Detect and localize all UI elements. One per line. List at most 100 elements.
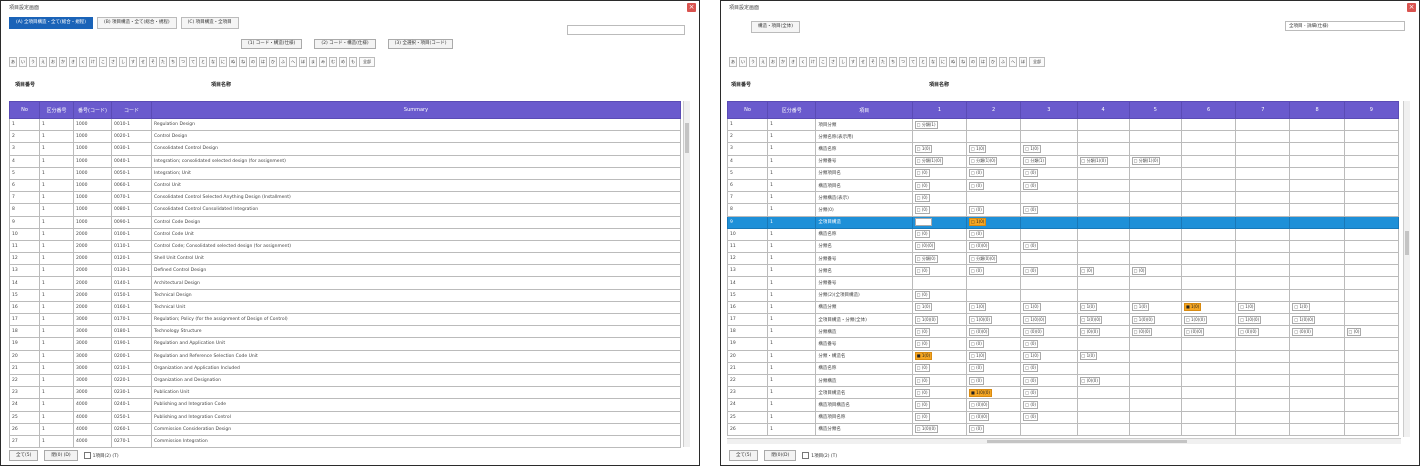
grid-cell[interactable]: □ (0)	[1020, 239, 1078, 254]
grid-cell[interactable]	[1020, 422, 1078, 436]
left-letter-18[interactable]: て	[189, 57, 197, 67]
grid-cell[interactable]	[1235, 337, 1291, 351]
right-letter-8[interactable]: け	[809, 57, 817, 67]
cell-option-chip[interactable]: □ (0)(0)	[969, 242, 990, 251]
grid-cell[interactable]: □ 1(0)	[911, 142, 968, 156]
left-letter-24[interactable]: の	[249, 57, 257, 67]
cell-option-chip[interactable]: □ 1(0)(0)	[1238, 315, 1262, 324]
table-row[interactable]: 7 1 1000 0070-1 Consolidated Control Selecte…	[9, 191, 681, 205]
left-letter-22[interactable]: ぬ	[229, 57, 237, 67]
grid-cell[interactable]	[1128, 178, 1182, 193]
checkbox-icon[interactable]	[83, 452, 91, 459]
right-letter-15[interactable]: た	[879, 57, 887, 67]
table-row[interactable]: 17 1 全項目構造・分類(全体) □ 1(0)(0) □ 1(0)(0) □ 1(0)(…	[726, 312, 1400, 327]
left-option-checkbox[interactable]: 1項目(2) (T)	[83, 452, 119, 459]
grid-cell[interactable]	[1235, 154, 1291, 168]
grid-cell[interactable]: □ (0)	[911, 325, 968, 339]
grid-cell[interactable]: □ (0)(0)	[1235, 325, 1291, 339]
left-letter-30[interactable]: ま	[309, 57, 317, 67]
close-icon[interactable]: ×	[1407, 3, 1416, 12]
left-letter-13[interactable]: せ	[139, 57, 147, 67]
cell-option-chip[interactable]: □ (0)	[1346, 327, 1362, 336]
grid-cell[interactable]	[1343, 398, 1400, 412]
table-row[interactable]: 17 1 3000 0170-1 Regulation; Policy (for the…	[9, 312, 681, 327]
grid-cell[interactable]: □ 分類(1)	[911, 117, 968, 132]
close-icon[interactable]: ×	[687, 3, 696, 12]
grid-cell[interactable]	[1128, 191, 1182, 205]
table-row[interactable]: 4 1 分類番号 □ 分類(1)(0) □ 分類(1)(0) □ 分類(1) □ 分類(1)…	[726, 154, 1400, 168]
grid-cell[interactable]: □ (0)	[966, 422, 1022, 436]
table-row[interactable]: 22 1 3000 0220-1 Organization and Designatio…	[9, 373, 681, 388]
grid-cell[interactable]	[1235, 142, 1291, 156]
left-letter-31[interactable]: み	[319, 57, 327, 67]
cell-option-chip[interactable]: □ 分類(0)	[914, 254, 938, 263]
cell-option-chip[interactable]: □ (0)	[914, 413, 930, 422]
left-letter-29[interactable]: ほ	[299, 57, 307, 67]
grid-cell[interactable]: □ (0)	[1020, 386, 1078, 400]
cell-option-chip[interactable]: □ (0)	[914, 230, 930, 239]
cell-option-chip[interactable]: □ 分類(1)(0)	[969, 157, 998, 166]
grid-cell[interactable]: □ (0)	[911, 386, 968, 400]
grid-cell[interactable]	[1076, 410, 1130, 424]
grid-cell[interactable]: □ 1(0)(0)	[966, 312, 1022, 327]
right-hscroll-thumb[interactable]	[987, 440, 1187, 443]
grid-cell[interactable]	[1235, 349, 1291, 363]
grid-cell[interactable]	[1180, 215, 1237, 229]
grid-cell[interactable]: □ (0)	[911, 264, 968, 278]
grid-cell[interactable]	[1235, 276, 1291, 290]
grid-cell[interactable]	[1289, 422, 1345, 436]
grid-cell[interactable]	[1128, 361, 1182, 375]
grid-cell[interactable]	[1289, 239, 1345, 254]
grid-cell[interactable]	[1180, 203, 1237, 217]
grid-cell[interactable]: □ (0)	[966, 166, 1022, 180]
grid-cell[interactable]	[1128, 142, 1182, 156]
table-row[interactable]: 3 1 1000 0030-1 Consolidated Control Design	[9, 142, 681, 156]
cell-option-chip[interactable]: □ (0)(0)	[1292, 327, 1313, 336]
cell-option-chip[interactable]: □ 1(0)	[969, 144, 987, 153]
grid-cell[interactable]	[1180, 422, 1237, 436]
right-column-header[interactable]: 2	[966, 101, 1022, 119]
grid-cell[interactable]	[1076, 215, 1130, 229]
left-tab-1[interactable]: (B) 項目構造・全て(総合・規程)	[97, 17, 177, 29]
grid-cell[interactable]	[1128, 276, 1182, 290]
grid-cell[interactable]: □ 分類(1)(0)	[1128, 154, 1182, 168]
table-row[interactable]: 2 1 1000 0020-1 Control Design	[9, 130, 681, 144]
table-row[interactable]: 26 1 4000 0260-1 Commission Consideration De…	[9, 422, 681, 436]
left-ok-button[interactable]: 全て(5)	[9, 450, 39, 461]
grid-cell[interactable]: □ 1(0)	[1289, 300, 1345, 315]
grid-cell[interactable]	[1289, 154, 1345, 168]
grid-cell[interactable]	[1343, 166, 1400, 180]
left-letter-4[interactable]: お	[49, 57, 57, 67]
grid-cell[interactable]: □ (0)	[1020, 398, 1078, 412]
grid-cell[interactable]: □ (0)	[1076, 264, 1130, 278]
left-scroll-thumb[interactable]	[685, 123, 689, 153]
cell-option-chip[interactable]: □ 1(0)	[969, 352, 987, 361]
grid-cell[interactable]	[966, 191, 1022, 205]
left-letter-7[interactable]: く	[79, 57, 87, 67]
grid-cell[interactable]	[1289, 142, 1345, 156]
grid-cell[interactable]	[1343, 239, 1400, 254]
left-letter-33[interactable]: め	[339, 57, 347, 67]
grid-cell[interactable]: □ 1(0)	[966, 300, 1022, 315]
grid-cell[interactable]: □ (0)(0)	[1180, 325, 1237, 339]
left-vertical-scrollbar[interactable]	[683, 101, 690, 447]
grid-cell[interactable]	[1235, 398, 1291, 412]
table-row[interactable]: 16 1 2000 0160-1 Technical Unit	[9, 300, 681, 315]
cell-option-chip[interactable]: □ (0)	[914, 364, 930, 373]
grid-cell[interactable]: □ 1(0)(0)	[1076, 312, 1130, 327]
grid-cell[interactable]	[1289, 276, 1345, 290]
cell-option-chip[interactable]: □ (0)	[914, 339, 930, 348]
right-letter-26[interactable]: ひ	[989, 57, 997, 67]
table-row[interactable]: 10 1 構造名称 □ (0) □ (0)	[726, 227, 1400, 241]
grid-cell[interactable]	[1076, 191, 1130, 205]
cell-option-chip[interactable]: □ (0)	[914, 181, 930, 190]
cell-option-chip[interactable]: □ (0)(0)	[1079, 376, 1100, 385]
grid-cell[interactable]: ■ 1(0)(0)	[966, 386, 1022, 400]
grid-cell[interactable]	[1128, 288, 1182, 302]
grid-cell[interactable]	[911, 130, 968, 144]
left-letter-9[interactable]: こ	[99, 57, 107, 67]
cell-option-chip[interactable]: □ (0)	[969, 266, 984, 275]
grid-cell[interactable]: □ (0)	[911, 361, 968, 375]
grid-cell[interactable]: □ 1(0)	[1235, 300, 1291, 315]
cell-option-chip[interactable]: □ (0)	[1023, 205, 1038, 214]
